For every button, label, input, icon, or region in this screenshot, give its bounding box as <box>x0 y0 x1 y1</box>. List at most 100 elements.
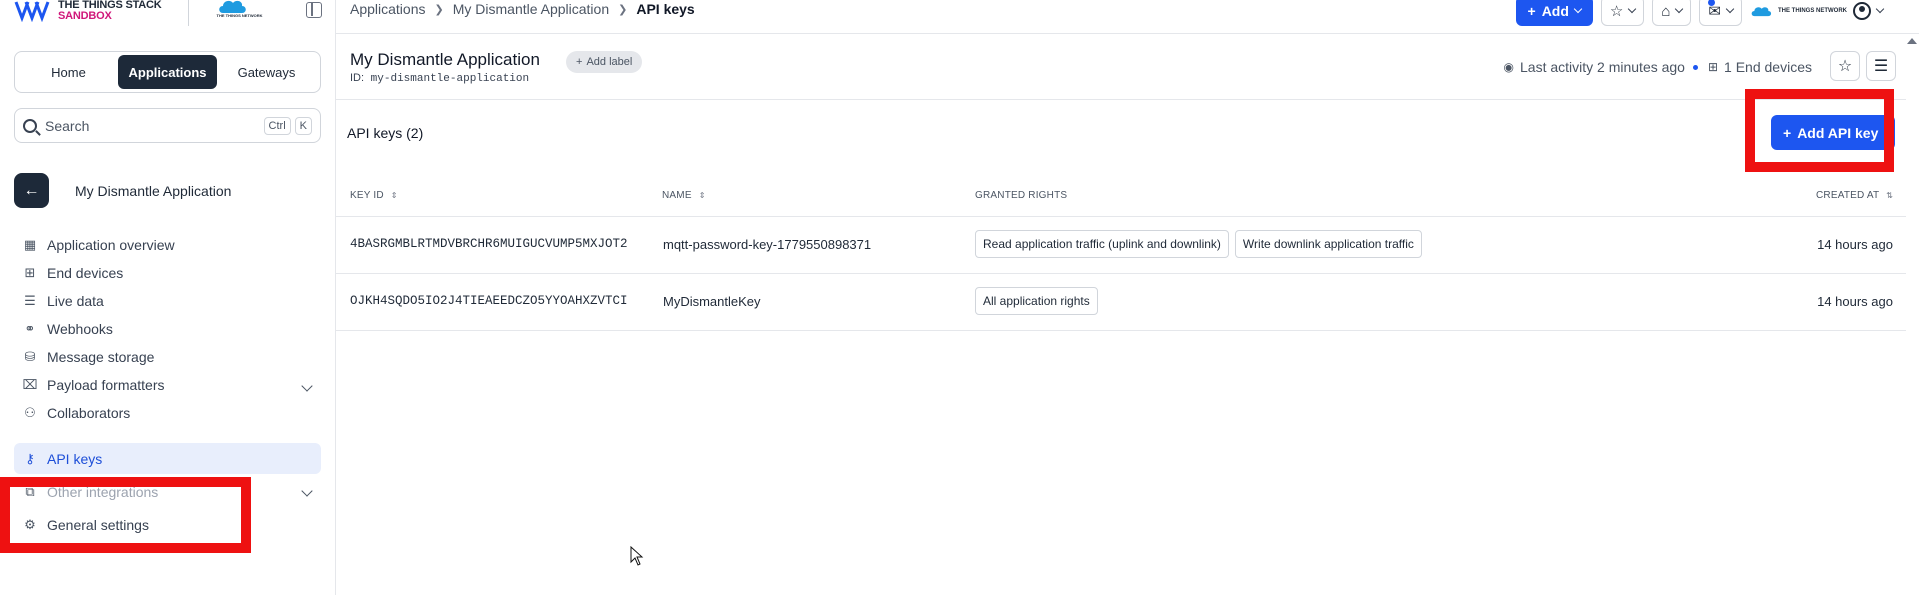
col-name[interactable]: NAME ⇕ <box>662 190 706 201</box>
search-box: Ctrl K <box>14 108 321 143</box>
app-id-value: my-dismantle-application <box>370 73 530 85</box>
chevron-right-icon: ❯ <box>618 3 628 16</box>
created-cell: 14 hours ago <box>1817 237 1893 252</box>
bookmarks-button[interactable]: ☆ <box>1600 0 1645 26</box>
last-activity: Last activity 2 minutes ago <box>1520 59 1685 75</box>
list-icon: ☰ <box>24 293 36 308</box>
sidebar-item-label: Collaborators <box>47 405 131 421</box>
tab-applications[interactable]: Applications <box>118 55 217 89</box>
chevron-down-icon <box>1875 4 1885 14</box>
sort-icon: ⇕ <box>390 191 398 200</box>
notifications-button[interactable]: ✉ <box>1699 0 1742 26</box>
col-key-id[interactable]: KEY ID ⇕ <box>350 190 398 201</box>
tts-logo-icon <box>14 1 50 22</box>
menu-icon: ☰ <box>1873 58 1889 75</box>
app-root: THE THINGS STACK SANDBOX THE THINGS NETW… <box>0 0 1919 595</box>
sidebar-item-api-keys[interactable]: ⚷ API keys <box>14 443 321 474</box>
scrollbar-up-arrow[interactable] <box>1907 38 1917 44</box>
breadcrumb-current: API keys <box>636 1 695 17</box>
grid-icon: ▦ <box>23 237 37 252</box>
breadcrumb: Applications ❯ My Dismantle Application … <box>350 1 695 17</box>
shortcut-k: K <box>294 116 312 135</box>
tab-gateways[interactable]: Gateways <box>217 55 316 89</box>
cloud-icon <box>1751 7 1772 17</box>
chevron-down-icon <box>301 485 313 497</box>
right-badge: All application rights <box>975 287 1098 315</box>
logo-divider <box>187 0 189 26</box>
key-icon: ⚷ <box>25 450 35 466</box>
app-context-name: My Dismantle Application <box>75 182 232 199</box>
chip-icon: ⊞ <box>1707 60 1719 74</box>
search-input[interactable] <box>45 117 260 134</box>
star-button[interactable]: ☆ <box>1830 51 1860 81</box>
sidebar-item-webhooks[interactable]: ⚭ Webhooks <box>14 315 321 343</box>
rights-cell: All application rights <box>975 287 1098 315</box>
top-actions: + Add ☆ ⌂ ✉ THE THINGS NETWORK <box>1515 0 1885 26</box>
ttn-mini-caption: THE THINGS NETWORK <box>1778 8 1847 14</box>
shortcut-ctrl: Ctrl <box>263 116 291 135</box>
chip-icon: ⊞ <box>24 265 36 280</box>
sidebar-collapse-icon[interactable] <box>306 2 322 18</box>
page-header: My Dismantle Application + Add label ID:… <box>336 34 1906 100</box>
tags-button[interactable]: ⌂ <box>1652 0 1692 26</box>
breadcrumb-app[interactable]: My Dismantle Application <box>453 1 609 17</box>
search-icon <box>23 118 37 133</box>
top-bar: Applications ❯ My Dismantle Application … <box>336 0 1919 34</box>
app-id-label: ID: <box>350 72 365 84</box>
sidebar-item-label: API keys <box>47 450 103 467</box>
table-row[interactable]: OJKH4SQDO5IO2J4TIEAEEDCZO5YYOAHXZVTCI My… <box>336 274 1906 331</box>
logo-line2: SANDBOX <box>58 10 112 22</box>
add-button[interactable]: + Add <box>1515 0 1593 26</box>
chevron-down-icon <box>301 380 313 392</box>
add-label-button[interactable]: + Add label <box>566 51 643 73</box>
chevron-down-icon <box>1675 4 1684 14</box>
col-created-label: CREATED AT <box>1815 190 1880 201</box>
sidebar-item-label: Webhooks <box>47 321 113 337</box>
col-granted-rights: GRANTED RIGHTS <box>975 190 1068 201</box>
name-cell: mqtt-password-key-1779550898371 <box>663 237 872 252</box>
table-row[interactable]: 4BASRGMBLRTMDVBRCHR6MUIGUCVUMP5MXJOT2 mq… <box>336 217 1906 274</box>
back-button[interactable]: ← <box>14 173 49 208</box>
mouse-cursor-icon <box>630 546 644 566</box>
chevron-right-icon: ❯ <box>434 3 444 16</box>
users-icon: ⚇ <box>24 405 36 420</box>
key-id-cell: 4BASRGMBLRTMDVBRCHR6MUIGUCVUMP5MXJOT2 <box>350 237 628 251</box>
chevron-down-icon <box>1725 4 1735 14</box>
sidebar-item-payload-formatters[interactable]: ⌧ Payload formatters <box>14 371 321 399</box>
chevron-down-icon <box>1573 4 1583 14</box>
tab-home[interactable]: Home <box>19 55 118 89</box>
database-icon: ⛁ <box>24 349 36 364</box>
sort-icon: ⇕ <box>698 191 706 200</box>
sidebar-item-end-devices[interactable]: ⊞ End devices <box>14 259 321 287</box>
sidebar-item-label: Message storage <box>47 349 155 365</box>
menu-button[interactable]: ☰ <box>1866 51 1896 81</box>
sidebar-item-label: Payload formatters <box>47 377 165 393</box>
sidebar-item-application-overview[interactable]: ▦ Application overview <box>14 231 321 259</box>
plus-icon: + <box>576 56 583 68</box>
ttn-logo: THE THINGS NETWORK <box>217 0 263 18</box>
top-tabs: Home Applications Gateways <box>14 51 321 93</box>
activity-icon: ◉ <box>1503 60 1514 74</box>
tts-logo-text: THE THINGS STACK SANDBOX <box>58 0 162 22</box>
ttn-caption: THE THINGS NETWORK <box>216 13 263 18</box>
plus-icon: + <box>1527 3 1536 19</box>
rights-cell: Read application traffic (uplink and dow… <box>975 230 1422 258</box>
sidebar-item-live-data[interactable]: ☰ Live data <box>14 287 321 315</box>
page-title: My Dismantle Application <box>350 50 540 69</box>
star-icon: ☆ <box>1609 3 1624 20</box>
col-created-at[interactable]: CREATED AT ⇅ <box>1816 190 1893 201</box>
key-id-cell: OJKH4SQDO5IO2J4TIEAEEDCZO5YYOAHXZVTCI <box>350 294 628 308</box>
app-context: ← My Dismantle Application <box>14 173 231 208</box>
highlight-box-add-api-key <box>1745 89 1894 172</box>
profile-menu[interactable]: THE THINGS NETWORK <box>1750 2 1885 20</box>
webhook-icon: ⚭ <box>24 321 36 336</box>
end-devices-count[interactable]: 1 End devices <box>1724 59 1812 75</box>
sidebar-item-message-storage[interactable]: ⛁ Message storage <box>14 343 321 371</box>
sidebar-item-collaborators[interactable]: ⚇ Collaborators <box>14 399 321 427</box>
section-title: API keys (2) <box>347 125 424 141</box>
breadcrumb-applications[interactable]: Applications <box>350 1 426 17</box>
api-keys-table: KEY ID ⇕ NAME ⇕ GRANTED RIGHTS CREATED A… <box>336 178 1906 331</box>
avatar[interactable] <box>1853 2 1871 20</box>
sort-desc-icon: ⇅ <box>1886 191 1893 200</box>
